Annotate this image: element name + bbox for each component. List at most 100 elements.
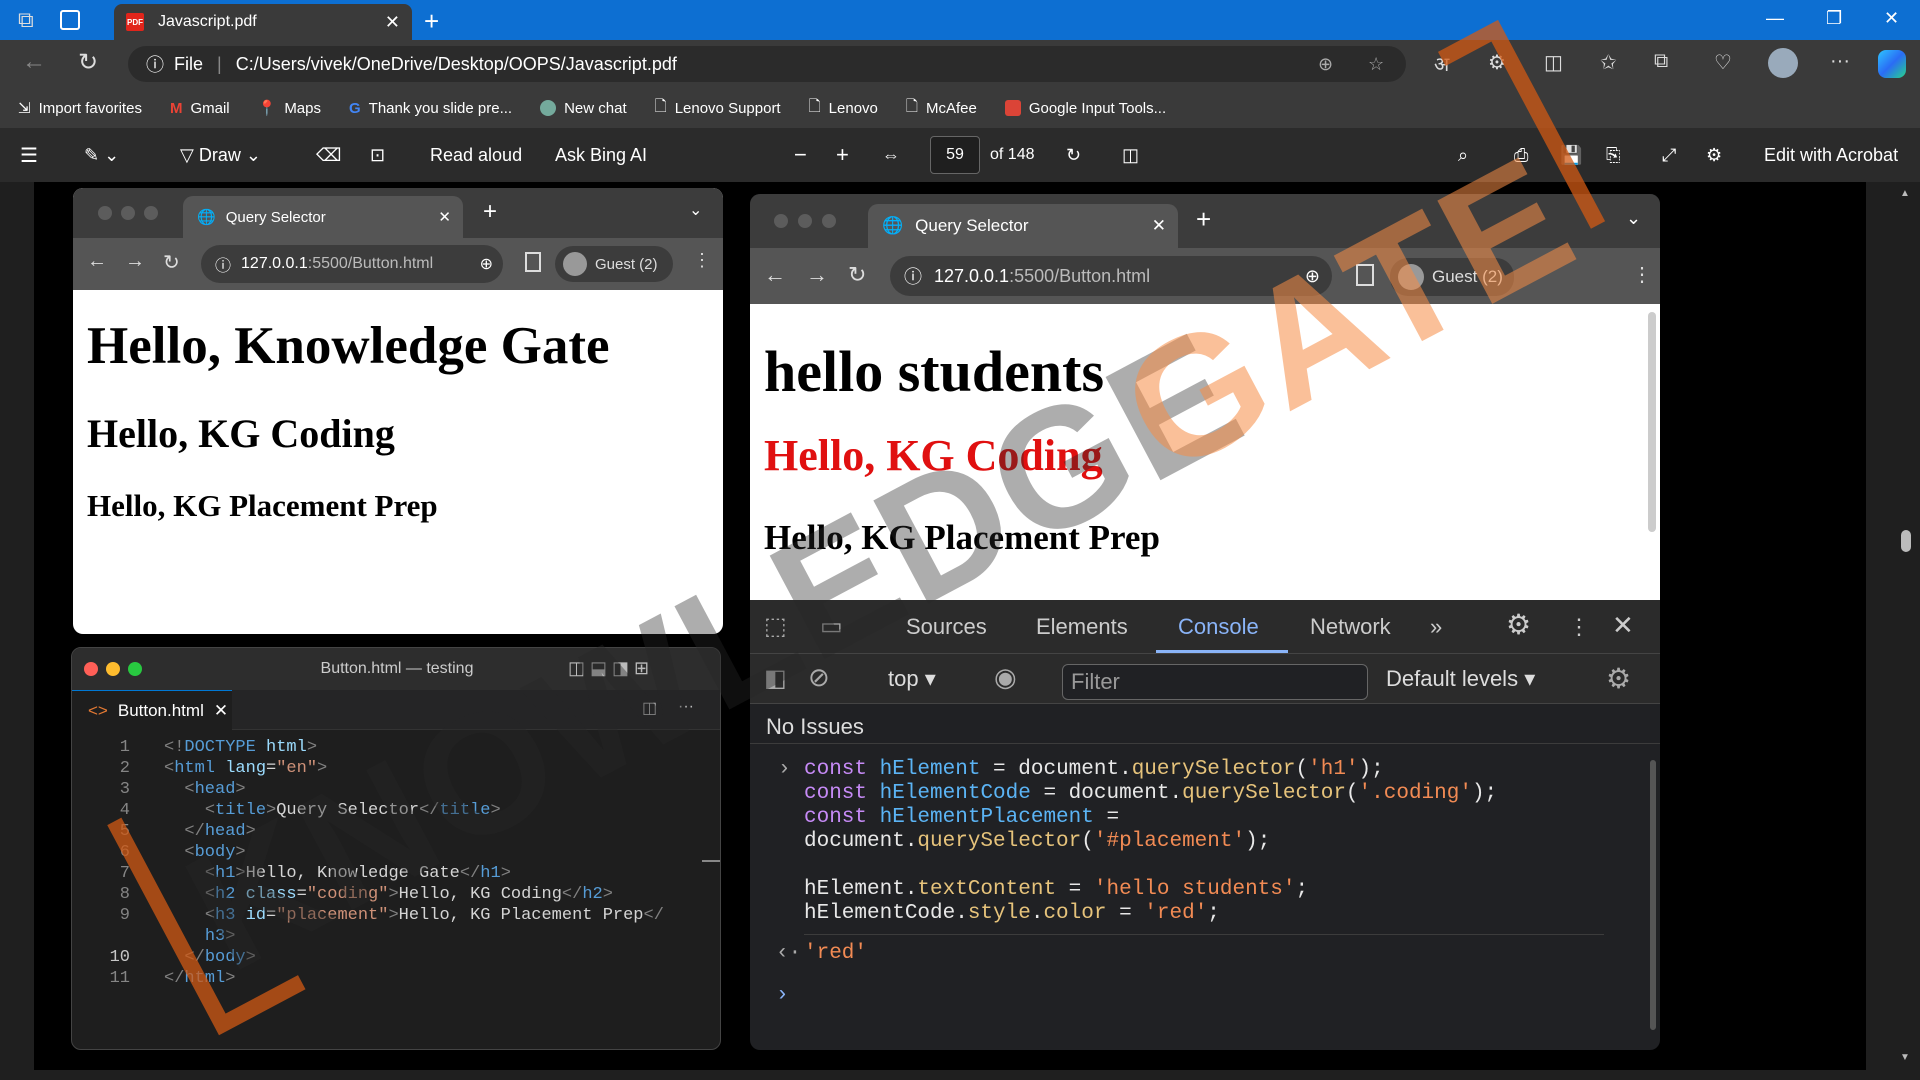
reload-icon[interactable]: ↻ <box>848 262 866 288</box>
restore-icon[interactable]: ❐ <box>1826 8 1842 29</box>
menu-icon[interactable]: ⋮ <box>1632 262 1652 287</box>
scrollbar-thumb[interactable] <box>1901 530 1911 552</box>
text-icon[interactable]: ⊡ <box>370 145 385 166</box>
favorites-icon[interactable]: ✩ <box>1600 50 1617 75</box>
ask-bing-button[interactable]: Ask Bing AI <box>555 145 647 166</box>
draw-button[interactable]: ▽ Draw ⌄ <box>180 145 261 166</box>
side-panel-icon[interactable] <box>525 252 541 272</box>
erase-icon[interactable]: ⌫ <box>316 145 341 166</box>
tab-search-icon[interactable]: ⌄ <box>1626 208 1641 229</box>
close-tab-icon[interactable]: ✕ <box>1152 216 1166 236</box>
guest-profile-button[interactable]: Guest (2) <box>1390 258 1514 296</box>
inspect-element-icon[interactable]: ⬚ <box>764 612 787 641</box>
more-actions-icon[interactable]: ··· <box>678 698 694 716</box>
rotate-icon[interactable]: ↻ <box>1066 145 1081 166</box>
filter-input[interactable]: Filter <box>1062 664 1368 700</box>
fit-page-icon[interactable]: ⇔ <box>882 145 900 166</box>
bookmark-lenovo[interactable]: 🗋 Lenovo <box>809 96 878 121</box>
search-icon[interactable]: ⌕ <box>1458 145 1468 166</box>
log-levels-dropdown[interactable]: Default levels ▾ <box>1386 666 1535 692</box>
guest-profile-button[interactable]: Guest (2) <box>555 246 673 282</box>
zoom-icon[interactable]: ⊕ <box>1305 266 1320 287</box>
clear-console-icon[interactable]: ⊘ <box>808 662 830 693</box>
split-editor-icon[interactable]: ◫ <box>642 698 657 718</box>
forward-icon[interactable]: → <box>125 250 145 273</box>
address-bar[interactable]: ⓘ File | C:/Users/vivek/OneDrive/Desktop… <box>128 46 1406 82</box>
layout-icons[interactable]: ◫ ⬓ ◨ ⊞ <box>568 658 649 679</box>
collections-icon[interactable]: ⧉ <box>1654 50 1668 73</box>
fullscreen-icon[interactable]: ⤢ <box>1662 145 1676 166</box>
editor-scrollbar[interactable] <box>702 860 720 862</box>
workspaces-icon[interactable]: ⧉ <box>18 7 34 33</box>
editor-tab-button-html[interactable]: <> Button.html ✕ <box>72 690 232 730</box>
customize-menu-icon[interactable]: ⋮ <box>1568 614 1590 640</box>
bookmark-import-favorites[interactable]: ⇲ Import favorites <box>18 99 142 118</box>
profile-avatar[interactable] <box>1768 48 1798 78</box>
print-icon[interactable]: ⎙ <box>1514 145 1528 166</box>
bookmark-lenovo-support[interactable]: 🗋 Lenovo Support <box>655 96 781 121</box>
favorite-star-icon[interactable]: ☆ <box>1368 54 1384 75</box>
close-devtools-icon[interactable]: ✕ <box>1612 610 1634 641</box>
context-selector[interactable]: top ▾ <box>888 666 936 692</box>
browser-essentials-icon[interactable]: ♡ <box>1714 50 1732 75</box>
new-tab-icon[interactable]: + <box>424 6 439 37</box>
extensions-icon[interactable]: ⚙ <box>1488 50 1506 75</box>
back-icon[interactable]: ← <box>87 250 107 273</box>
page-scrollbar[interactable] <box>1648 312 1656 532</box>
page-number-input[interactable]: 59 <box>930 136 980 174</box>
close-tab-icon[interactable]: ✕ <box>438 208 451 226</box>
tab-actions-icon[interactable] <box>60 10 80 30</box>
zoom-in-icon[interactable]: + <box>836 142 849 168</box>
live-expression-eye-icon[interactable]: ◉ <box>994 662 1017 693</box>
devtools-tab-sources[interactable]: Sources <box>906 614 987 640</box>
menu-icon[interactable]: ⋮ <box>693 250 711 271</box>
contents-icon[interactable]: ☰ <box>20 143 38 168</box>
devtools-tab-console[interactable]: Console <box>1178 614 1259 640</box>
refresh-icon[interactable]: ↻ <box>78 48 98 77</box>
right-tab-query-selector[interactable]: 🌐 Query Selector ✕ <box>868 204 1178 248</box>
settings-gear-icon[interactable]: ⚙ <box>1506 608 1531 641</box>
devtools-tab-elements[interactable]: Elements <box>1036 614 1128 640</box>
settings-gear-icon[interactable]: ⚙ <box>1706 145 1722 166</box>
more-icon[interactable]: ··· <box>1830 50 1850 73</box>
split-screen-icon[interactable]: ◫ <box>1544 50 1563 75</box>
bookmark-new-chat[interactable]: New chat <box>540 100 627 117</box>
scrollbar[interactable]: ▲ ▼ <box>1892 182 1920 1080</box>
minimize-icon[interactable]: — <box>1766 8 1784 29</box>
reload-icon[interactable]: ↻ <box>163 250 180 275</box>
save-icon[interactable]: 💾 <box>1560 145 1582 166</box>
more-tabs-icon[interactable]: » <box>1430 614 1442 640</box>
right-omnibox[interactable]: ⓘ 127.0.0.1:5500/Button.html ⊕ <box>890 256 1332 296</box>
close-icon[interactable]: ✕ <box>214 701 228 721</box>
tab-javascript-pdf[interactable]: PDF Javascript.pdf ✕ <box>114 4 412 40</box>
devtools-tab-network[interactable]: Network <box>1310 614 1391 640</box>
device-toolbar-icon[interactable]: ▭ <box>820 612 843 641</box>
bookmark-google-input-tools[interactable]: Google Input Tools... <box>1004 100 1166 117</box>
back-icon[interactable]: ← <box>22 48 46 76</box>
close-window-icon[interactable]: ✕ <box>1884 8 1899 29</box>
page-view-icon[interactable]: ◫ <box>1122 145 1139 166</box>
close-tab-icon[interactable]: ✕ <box>385 12 400 33</box>
copilot-icon[interactable] <box>1878 50 1906 78</box>
zoom-icon[interactable]: ⊕ <box>480 254 493 274</box>
bookmark-maps[interactable]: 📍 Maps <box>258 99 321 118</box>
side-panel-icon[interactable] <box>1356 264 1374 286</box>
prompt-chevron-icon[interactable]: › <box>776 984 789 1008</box>
console-settings-icon[interactable]: ⚙ <box>1606 662 1631 695</box>
tab-search-icon[interactable]: ⌄ <box>689 200 702 220</box>
bookmark-thank-you-slide[interactable]: G Thank you slide pre... <box>349 100 512 117</box>
read-aloud-button[interactable]: Read aloud <box>430 145 522 166</box>
forward-icon[interactable]: → <box>806 262 828 288</box>
highlight-icon[interactable]: ✎ ⌄ <box>84 145 119 166</box>
left-omnibox[interactable]: ⓘ 127.0.0.1:5500/Button.html ⊕ <box>201 245 503 283</box>
bookmark-mcafee[interactable]: 🗋 McAfee <box>906 96 977 121</box>
left-tab-query-selector[interactable]: 🌐 Query Selector ✕ <box>183 196 463 238</box>
save-as-icon[interactable]: ⎘ <box>1606 145 1620 166</box>
new-tab-icon[interactable]: + <box>483 198 497 226</box>
sidebar-toggle-icon[interactable]: ◧ <box>764 664 787 693</box>
back-icon[interactable]: ← <box>764 262 786 288</box>
new-tab-icon[interactable]: + <box>1196 204 1211 235</box>
bookmark-gmail[interactable]: M Gmail <box>170 100 230 117</box>
read-aloud-lang-icon[interactable]: अ <box>1434 50 1449 77</box>
zoom-icon[interactable]: ⊕ <box>1318 54 1333 75</box>
